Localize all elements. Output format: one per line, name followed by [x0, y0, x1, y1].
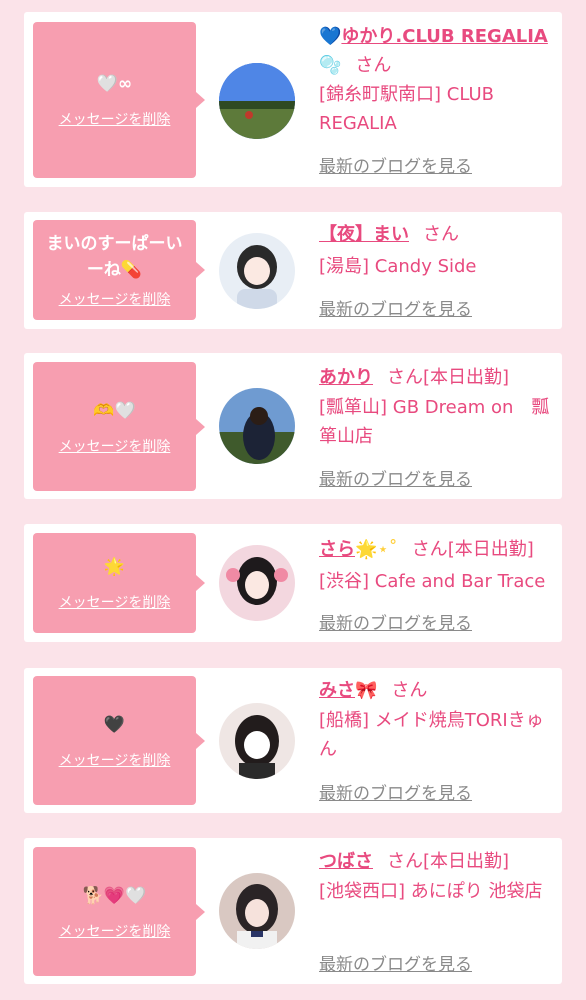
message-card: 🐕💗🤍 メッセージを削除 つばさ さん[本日出勤] [池袋西口] あにぽり 池袋店…	[24, 838, 562, 984]
message-text: 🌟	[103, 557, 126, 577]
message-bubble: 🤍∞ メッセージを削除	[33, 22, 205, 178]
cast-name-link[interactable]: つばさ	[319, 851, 373, 872]
cast-name-line: つばさ さん[本日出勤]	[319, 847, 559, 876]
cast-name-line: 【夜】まい さん	[319, 220, 559, 249]
cast-name-link[interactable]: みさ	[319, 680, 355, 701]
honorific: さん	[355, 55, 392, 76]
avatar[interactable]	[219, 233, 295, 309]
honorific: さん	[387, 367, 423, 388]
cast-info: あかり さん[本日出勤] [瓢箪山] GB Dream on 瓢箪山店	[319, 363, 559, 451]
honorific: さん	[423, 224, 459, 245]
avatar[interactable]	[219, 703, 295, 779]
avatar[interactable]	[219, 63, 295, 139]
message-bubble: まいのすーぱーいーね💊 メッセージを削除	[33, 220, 205, 320]
cast-info: 💙ゆかり.CLUB REGALIA 🫧 さん [錦糸町駅南口] CLUB REGAL…	[319, 22, 559, 138]
bubbles-icon: 🫧	[319, 55, 342, 76]
cast-info: つばさ さん[本日出勤] [池袋西口] あにぽり 池袋店	[319, 847, 559, 906]
ribbon-icon: 🎀	[355, 680, 378, 701]
cast-info: さら🌟⋆˚ さん[本日出勤] [渋谷] Cafe and Bar Trace	[319, 535, 559, 596]
message-text: 🐕💗🤍	[82, 885, 147, 906]
delete-message-link[interactable]: メッセージを削除	[59, 592, 171, 612]
cast-name-link[interactable]: あかり	[319, 367, 373, 388]
message-bubble: 🐕💗🤍 メッセージを削除	[33, 847, 205, 976]
message-text: 🤍∞	[96, 74, 133, 94]
delete-message-link[interactable]: メッセージを削除	[59, 109, 171, 129]
honorific: さん	[391, 680, 428, 701]
shop-name: [錦糸町駅南口] CLUB REGALIA	[319, 84, 494, 134]
avatar[interactable]	[219, 388, 295, 464]
delete-message-link[interactable]: メッセージを削除	[59, 750, 171, 770]
message-bubble: 🌟 メッセージを削除	[33, 533, 205, 633]
message-card: 🖤 メッセージを削除 みさ🎀 さん [船橋] メイド焼鳥TORIきゅん 最新のブロ…	[24, 668, 562, 813]
shop-name: [池袋西口] あにぽり 池袋店	[319, 881, 543, 902]
message-card: まいのすーぱーいーね💊 メッセージを削除 【夜】まい さん [湯島] Candy …	[24, 212, 562, 329]
shop-name: [瓢箪山] GB Dream on 瓢箪山店	[319, 397, 550, 447]
avatar[interactable]	[219, 545, 295, 621]
message-text: まいのすーぱーいーね💊	[46, 234, 183, 280]
message-bubble: 🫶🤍 メッセージを削除	[33, 362, 205, 491]
shop-name: [渋谷] Cafe and Bar Trace	[319, 571, 546, 592]
cast-name-link[interactable]: 【夜】まい	[319, 224, 409, 245]
message-text: 🖤	[103, 714, 126, 735]
cast-name-line: みさ🎀 さん	[319, 676, 559, 705]
status-badge: [本日出勤]	[423, 851, 510, 872]
message-card: 🫶🤍 メッセージを削除 あかり さん[本日出勤] [瓢箪山] GB Dream o…	[24, 353, 562, 499]
star-icon: 🌟⋆˚	[355, 539, 398, 560]
latest-blog-link[interactable]: 最新のブログを見る	[319, 950, 472, 975]
delete-message-link[interactable]: メッセージを削除	[59, 289, 171, 309]
avatar[interactable]	[219, 873, 295, 949]
delete-message-link[interactable]: メッセージを削除	[59, 436, 171, 456]
message-bubble: 🖤 メッセージを削除	[33, 676, 205, 805]
status-badge: [本日出勤]	[423, 367, 510, 388]
cast-name-line: さら🌟⋆˚ さん[本日出勤]	[319, 535, 559, 564]
message-card: 🤍∞ メッセージを削除 💙ゆかり.CLUB REGALIA 🫧 さん [錦糸町駅南口…	[24, 12, 562, 187]
cast-info: みさ🎀 さん [船橋] メイド焼鳥TORIきゅん	[319, 676, 559, 764]
honorific: さん	[411, 539, 448, 560]
delete-message-link[interactable]: メッセージを削除	[59, 921, 171, 941]
cast-name-link[interactable]: さら	[319, 539, 355, 560]
latest-blog-link[interactable]: 最新のブログを見る	[319, 465, 472, 490]
cast-name-line: 💙ゆかり.CLUB REGALIA 🫧 さん	[319, 22, 559, 80]
cast-info: 【夜】まい さん [湯島] Candy Side	[319, 220, 559, 281]
latest-blog-link[interactable]: 最新のブログを見る	[319, 609, 472, 634]
message-card: 🌟 メッセージを削除 さら🌟⋆˚ さん[本日出勤] [渋谷] Cafe and B…	[24, 524, 562, 642]
honorific: さん	[387, 851, 423, 872]
status-badge: [本日出勤]	[447, 539, 534, 560]
shop-name: [船橋] メイド焼鳥TORIきゅん	[319, 710, 544, 760]
latest-blog-link[interactable]: 最新のブログを見る	[319, 152, 472, 177]
latest-blog-link[interactable]: 最新のブログを見る	[319, 295, 472, 320]
shop-name: [湯島] Candy Side	[319, 256, 477, 277]
cast-name-line: あかり さん[本日出勤]	[319, 363, 559, 392]
latest-blog-link[interactable]: 最新のブログを見る	[319, 779, 472, 804]
blue-heart-icon: 💙	[319, 26, 342, 47]
message-text: 🫶🤍	[93, 400, 136, 421]
cast-name-link[interactable]: ゆかり.CLUB REGALIA	[341, 26, 547, 47]
